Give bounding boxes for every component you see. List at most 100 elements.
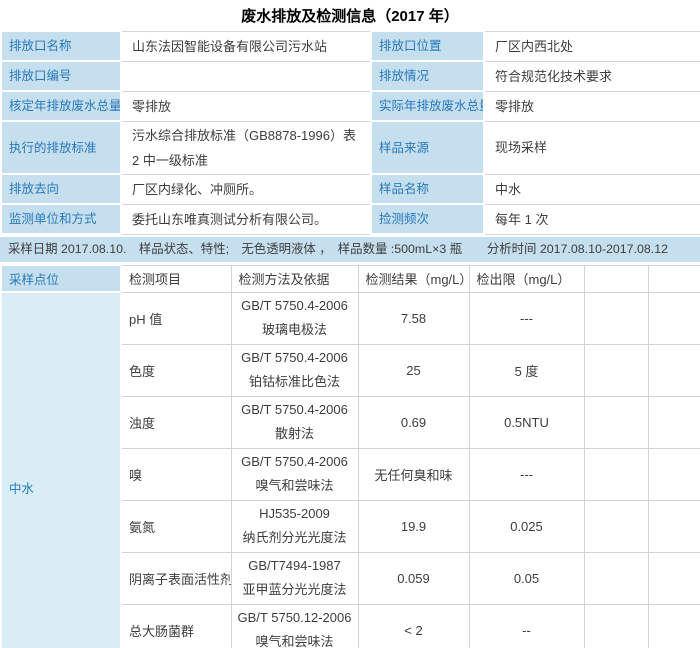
info-label: 捡测频次 [371,204,484,234]
method-name: 嗅气和尝味法 [234,474,356,498]
detection-item: pH 值 [121,292,231,344]
column-header-method: 检测方法及依据 [231,265,358,292]
detection-row: 中水pH 值GB/T 5750.4-2006玻璃电极法7.58--- [1,292,700,344]
info-label: 排放去向 [1,174,121,204]
info-row: 监测单位和方式委托山东唯真测试分析有限公司。捡测频次每年 1 次 [1,204,700,234]
empty-cell [584,448,648,500]
info-label: 执行的排放标准 [1,121,121,174]
detection-result: 19.9 [358,500,469,552]
method-name: 散射法 [234,422,356,446]
info-value: 山东法因智能设备有限公司污水站 [121,31,371,61]
info-value: 中水 [484,174,700,204]
method-standard: GB/T 5750.4-2006 [234,398,356,422]
detail-header-row: 采样点位 检测项目 检测方法及依据 检测结果（mg/L） 检出限（mg/L） [1,265,700,292]
info-row: 核定年排放废水总量零排放实际年排放废水总量零排放 [1,91,700,121]
detection-method: HJ535-2009纳氏剂分光光度法 [231,500,358,552]
page-title: 废水排放及检测信息（2017 年） [0,0,700,30]
info-row: 排放口名称山东法因智能设备有限公司污水站排放口位置厂区内西北处 [1,31,700,61]
detection-method: GB/T 5750.4-2006玻璃电极法 [231,292,358,344]
detection-limit: 0.05 [469,552,584,604]
column-header-limit: 检出限（mg/L） [469,265,584,292]
info-label: 实际年排放废水总量 [371,91,484,121]
column-header-result: 检测结果（mg/L） [358,265,469,292]
detection-limit: --- [469,448,584,500]
empty-cell [584,552,648,604]
method-standard: HJ535-2009 [234,502,356,526]
info-label: 样品名称 [371,174,484,204]
method-name: 铂钴标准比色法 [234,370,356,394]
detection-limit: -- [469,604,584,648]
info-label: 核定年排放废水总量 [1,91,121,121]
info-value [121,61,371,91]
detection-result: 0.69 [358,396,469,448]
info-value: 现场采样 [484,121,700,174]
detection-limit: --- [469,292,584,344]
detection-result: 25 [358,344,469,396]
info-label: 排放口位置 [371,31,484,61]
info-label: 排放情况 [371,61,484,91]
info-label: 排放口名称 [1,31,121,61]
detection-item: 总大肠菌群 [121,604,231,648]
detection-method: GB/T7494-1987亚甲蓝分光光度法 [231,552,358,604]
info-value: 厂区内西北处 [484,31,700,61]
info-value: 零排放 [121,91,371,121]
method-name: 亚甲蓝分光光度法 [234,578,356,602]
empty-cell [584,604,648,648]
discharge-info-table: 排放口名称山东法因智能设备有限公司污水站排放口位置厂区内西北处排放口编号排放情况… [0,30,700,235]
empty-cell [648,552,700,604]
info-label: 排放口编号 [1,61,121,91]
detection-limit: 0.5NTU [469,396,584,448]
empty-cell [648,344,700,396]
detection-result: < 2 [358,604,469,648]
detection-result: 7.58 [358,292,469,344]
method-name: 嗅气和尝味法 [234,630,356,648]
column-header-empty-2 [648,265,700,292]
detection-result: 0.059 [358,552,469,604]
info-row: 排放口编号 排放情况符合规范化技术要求 [1,61,700,91]
info-value: 符合规范化技术要求 [484,61,700,91]
method-standard: GB/T7494-1987 [234,554,356,578]
info-label: 样品来源 [371,121,484,174]
empty-cell [648,292,700,344]
detection-limit: 0.025 [469,500,584,552]
detection-item: 氨氮 [121,500,231,552]
method-standard: GB/T 5750.4-2006 [234,294,356,318]
detection-method: GB/T 5750.12-2006嗅气和尝味法 [231,604,358,648]
info-row: 执行的排放标准污水综合排放标准（GB8878-1996）表 2 中一级标准样品来… [1,121,700,174]
detection-method: GB/T 5750.4-2006铂钴标准比色法 [231,344,358,396]
empty-cell [584,292,648,344]
empty-cell [648,396,700,448]
detection-method: GB/T 5750.4-2006嗅气和尝味法 [231,448,358,500]
method-standard: GB/T 5750.4-2006 [234,450,356,474]
detection-item: 阴离子表面活性剂 [121,552,231,604]
info-value: 委托山东唯真测试分析有限公司。 [121,204,371,234]
info-value: 厂区内绿化、冲厕所。 [121,174,371,204]
empty-cell [584,396,648,448]
detection-result: 无任何臭和味 [358,448,469,500]
column-header-empty-1 [584,265,648,292]
method-standard: GB/T 5750.4-2006 [234,346,356,370]
column-header-sampling-point: 采样点位 [1,265,121,292]
method-standard: GB/T 5750.12-2006 [234,606,356,630]
detection-item: 嗅 [121,448,231,500]
column-header-item: 检测项目 [121,265,231,292]
method-name: 纳氏剂分光光度法 [234,526,356,550]
info-value: 污水综合排放标准（GB8878-1996）表 2 中一级标准 [121,121,371,174]
empty-cell [584,344,648,396]
detection-item: 浊度 [121,396,231,448]
empty-cell [648,500,700,552]
detection-method: GB/T 5750.4-2006散射法 [231,396,358,448]
empty-cell [648,604,700,648]
wastewater-report-page: 废水排放及检测信息（2017 年） 排放口名称山东法因智能设备有限公司污水站排放… [0,0,700,648]
info-value: 每年 1 次 [484,204,700,234]
detection-limit: 5 度 [469,344,584,396]
sample-summary-bar: 采样日期 2017.08.10. 样品状态、特性; 无色透明液体 ， 样品数量 … [0,235,700,264]
empty-cell [648,448,700,500]
info-label: 监测单位和方式 [1,204,121,234]
info-value: 零排放 [484,91,700,121]
empty-cell [584,500,648,552]
detection-results-table: 采样点位 检测项目 检测方法及依据 检测结果（mg/L） 检出限（mg/L） 中… [0,264,700,648]
method-name: 玻璃电极法 [234,318,356,342]
sampling-point-value: 中水 [1,292,121,648]
info-row: 排放去向厂区内绿化、冲厕所。样品名称中水 [1,174,700,204]
